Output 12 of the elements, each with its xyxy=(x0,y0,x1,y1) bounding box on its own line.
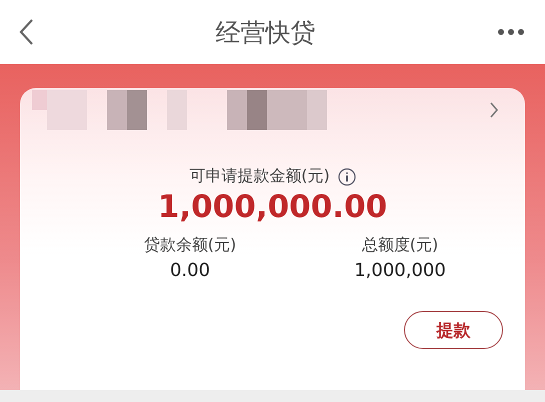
withdraw-button[interactable]: 提款 xyxy=(404,311,503,349)
stat-value: 1,000,000 xyxy=(353,260,447,281)
available-amount: 1,000,000.00 xyxy=(156,189,388,225)
info-icon[interactable] xyxy=(338,168,356,186)
chevron-right-icon[interactable] xyxy=(489,102,499,118)
stat-label: 贷款余额(元) xyxy=(142,235,238,256)
stat-label: 总额度(元) xyxy=(360,235,440,256)
more-icon[interactable] xyxy=(497,28,525,36)
stat-value: 0.00 xyxy=(168,260,212,281)
back-icon[interactable] xyxy=(18,18,34,46)
page-title: 经营快贷 xyxy=(216,16,316,48)
available-amount-label: 可申请提款金额(元) xyxy=(189,166,330,187)
